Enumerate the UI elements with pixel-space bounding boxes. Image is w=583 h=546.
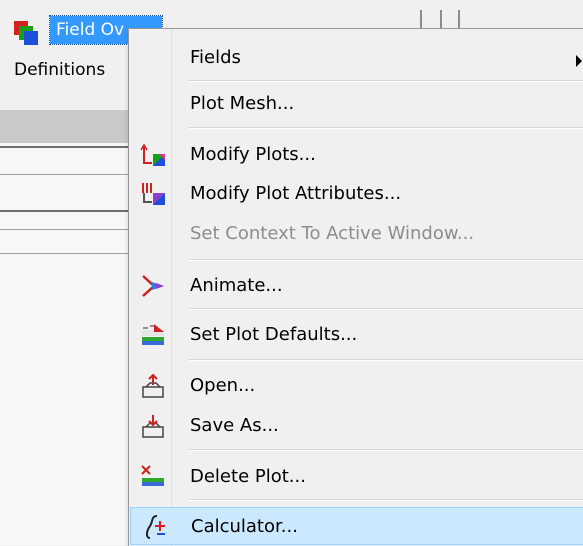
divider	[0, 210, 128, 212]
modify-plots-icon	[140, 143, 165, 166]
menu-separator	[189, 359, 583, 361]
menu-separator	[189, 127, 583, 129]
menu-item-plot-mesh[interactable]: Plot Mesh...	[130, 85, 583, 123]
menu-item-animate[interactable]: Animate...	[130, 267, 583, 305]
submenu-arrow-icon	[576, 55, 582, 67]
modify-plot-attributes-icon	[142, 183, 165, 205]
save-as-icon	[142, 415, 164, 438]
menu-separator	[189, 308, 583, 310]
menu-item-modify-plot-attributes[interactable]: Modify Plot Attributes...	[130, 175, 583, 213]
context-menu: Fields Plot Mesh... Modify Plots... Modi…	[128, 28, 583, 546]
menu-item-label: Set Plot Defaults...	[190, 324, 358, 345]
menu-item-label: Modify Plots...	[190, 144, 316, 165]
panel-header-band	[0, 110, 128, 143]
plot-defaults-icon	[142, 324, 164, 345]
divider	[0, 146, 128, 148]
menu-separator	[189, 259, 583, 261]
divider	[0, 253, 128, 254]
toolbar-fragment	[414, 10, 494, 28]
menu-item-label: Delete Plot...	[190, 466, 306, 487]
divider	[0, 174, 128, 175]
menu-item-fields[interactable]: Fields	[130, 39, 583, 77]
menu-separator	[189, 80, 583, 82]
field-output-icon	[14, 21, 38, 45]
menu-item-open[interactable]: Open...	[130, 367, 583, 405]
definitions-label: Definitions	[14, 60, 106, 80]
menu-separator	[189, 499, 583, 501]
menu-item-label: Modify Plot Attributes...	[190, 183, 402, 204]
menu-item-modify-plots[interactable]: Modify Plots...	[130, 136, 583, 174]
menu-item-label: Fields	[190, 47, 241, 68]
menu-item-label: Animate...	[190, 275, 283, 296]
open-icon	[142, 373, 164, 398]
menu-item-label: Open...	[190, 375, 256, 396]
menu-item-label: Calculator...	[191, 516, 298, 537]
calculator-icon	[146, 515, 165, 539]
menu-separator	[189, 449, 583, 451]
menu-item-label: Set Context To Active Window...	[190, 223, 475, 244]
menu-item-set-plot-defaults[interactable]: Set Plot Defaults...	[130, 316, 583, 354]
menu-item-set-context[interactable]: Set Context To Active Window...	[130, 215, 583, 253]
menu-item-delete-plot[interactable]: Delete Plot...	[130, 458, 583, 496]
side-panel	[0, 143, 128, 545]
menu-item-label: Plot Mesh...	[190, 93, 295, 114]
menu-item-label: Save As...	[190, 415, 279, 436]
menu-item-save-as[interactable]: Save As...	[130, 407, 583, 445]
divider	[0, 229, 128, 230]
delete-plot-icon	[141, 465, 164, 486]
animate-icon	[142, 275, 164, 297]
menu-item-calculator[interactable]: Calculator...	[130, 507, 583, 545]
